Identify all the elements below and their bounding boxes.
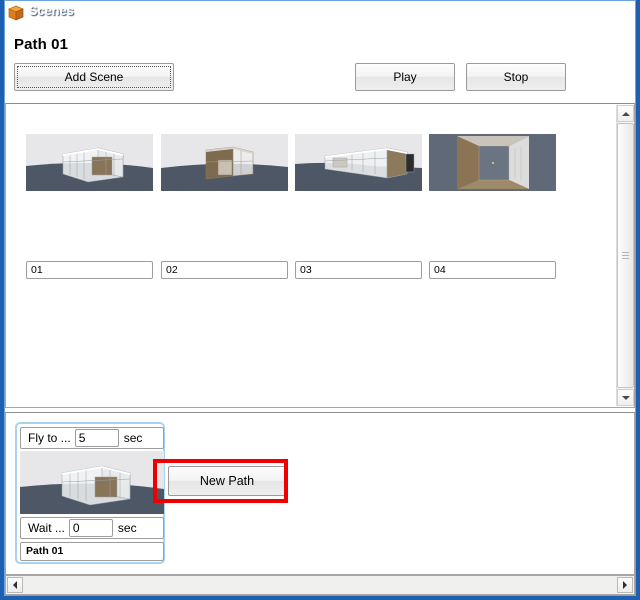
add-scene-button-label: Add Scene [64, 70, 124, 84]
path-name-input[interactable]: Path 01 [20, 542, 164, 561]
scene-thumbnail[interactable] [429, 134, 556, 191]
scroll-down-icon[interactable] [617, 389, 634, 406]
play-button[interactable]: Play [355, 63, 455, 91]
stop-button[interactable]: Stop [466, 63, 566, 91]
wait-seconds-input[interactable]: 0 [68, 519, 113, 537]
scene-name-input[interactable]: 02 [161, 261, 288, 279]
paths-panel-content: Fly to ... 5 sec Wait ... 0 sec Path 01 [6, 413, 634, 574]
scene-name-input[interactable]: 03 [295, 261, 422, 279]
scroll-up-icon[interactable] [617, 105, 634, 122]
scene-thumbnail[interactable] [26, 134, 153, 191]
fly-to-seconds-input[interactable]: 5 [74, 429, 119, 447]
scene-thumbnail[interactable] [295, 134, 422, 191]
scrollbar-thumb[interactable] [617, 123, 634, 388]
scroll-left-icon[interactable] [7, 577, 23, 593]
scenes-panel-content: 01 02 03 04 [6, 104, 634, 407]
fly-to-unit-label: sec [123, 431, 143, 445]
scrollbar-grip [622, 252, 629, 259]
scene-thumbnail[interactable] [161, 134, 288, 191]
scene-item[interactable]: 02 [161, 134, 288, 279]
window-horizontal-scrollbar[interactable] [5, 575, 635, 595]
scene-item[interactable]: 04 [429, 134, 556, 279]
maximize-icon[interactable] [597, 3, 612, 18]
add-scene-button[interactable]: Add Scene [14, 63, 174, 91]
play-button-label: Play [393, 70, 417, 84]
paths-panel: Fly to ... 5 sec Wait ... 0 sec Path 01 [5, 412, 635, 575]
window-controls [575, 3, 634, 18]
window-title: Scenes [29, 4, 74, 18]
new-path-button[interactable]: New Path [168, 466, 286, 496]
scenes-window: Scenes Path 01 Add Scene Play Stop 01 02… [0, 0, 640, 600]
scene-item[interactable]: 01 [26, 134, 153, 279]
fly-to-label: Fly to ... [28, 431, 71, 445]
scenes-panel: 01 02 03 04 [5, 103, 635, 408]
close-icon[interactable] [619, 3, 634, 18]
stop-button-label: Stop [503, 70, 529, 84]
wait-unit-label: sec [117, 521, 137, 535]
cube-icon [8, 5, 24, 21]
wait-label: Wait ... [28, 521, 65, 535]
scroll-right-icon[interactable] [617, 577, 633, 593]
new-path-button-label: New Path [199, 474, 255, 488]
minimize-icon[interactable] [575, 3, 590, 18]
scenes-vertical-scrollbar[interactable] [616, 105, 634, 406]
fly-to-row[interactable]: Fly to ... 5 sec [20, 427, 164, 449]
wait-row[interactable]: Wait ... 0 sec [20, 517, 164, 539]
scene-item[interactable]: 03 [295, 134, 422, 279]
page-title: Path 01 [14, 36, 69, 53]
path-item[interactable]: Fly to ... 5 sec Wait ... 0 sec Path 01 [15, 422, 165, 564]
scene-name-input[interactable]: 04 [429, 261, 556, 279]
scene-name-input[interactable]: 01 [26, 261, 153, 279]
path-thumbnail[interactable] [20, 451, 164, 514]
